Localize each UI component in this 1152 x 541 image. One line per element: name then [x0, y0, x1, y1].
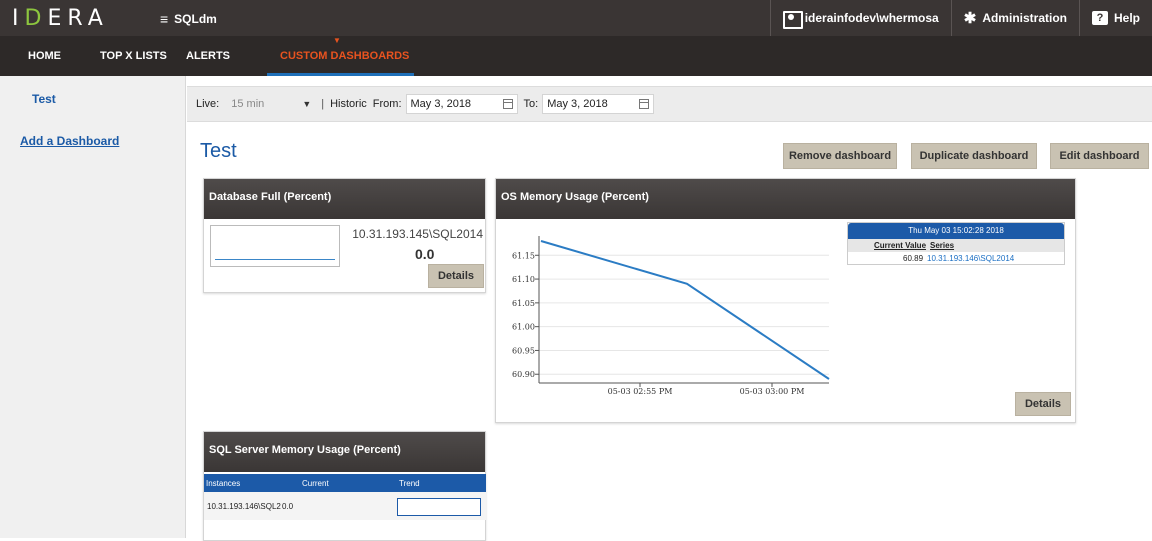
x-tick-label: 05-03 03:00 PM [740, 387, 805, 396]
y-tick-label: 61.10 [512, 275, 535, 284]
os-memory-widget: OS Memory Usage (Percent) 61.15 61.10 61.0… [495, 178, 1076, 423]
to-label: To: [524, 98, 539, 110]
row-current: 0.0 [282, 502, 293, 511]
to-date-field[interactable]: May 3, 2018 [542, 94, 654, 114]
y-tick-label: 60.95 [512, 346, 535, 355]
app-switcher[interactable]: ≡ SQLdm [160, 11, 217, 27]
sidebar-item-test[interactable]: Test [32, 92, 56, 106]
help-link[interactable]: ? Help [1079, 0, 1152, 36]
instance-name: 10.31.193.145\SQL2014 [352, 227, 483, 241]
filter-separator: | [321, 98, 324, 110]
from-label: From: [373, 98, 402, 110]
user-name: iderainfodev\whermosa [805, 11, 939, 25]
widget-title: OS Memory Usage (Percent) [496, 179, 1075, 219]
duplicate-dashboard-button[interactable]: Duplicate dashboard [911, 143, 1037, 169]
sparkline-chart [210, 225, 340, 267]
sql-memory-widget: SQL Server Memory Usage (Percent) Instan… [203, 431, 486, 541]
tooltip-col-value: Current Value [874, 241, 926, 250]
tooltip-series-link[interactable]: 10.31.193.146\SQL2014 [927, 254, 1014, 263]
help-icon: ? [1092, 11, 1108, 25]
administration-link[interactable]: ✱ Administration [951, 0, 1079, 36]
row-trend-sparkline [397, 498, 481, 516]
tooltip-row: 60.89 10.31.193.146\SQL2014 [848, 252, 1064, 264]
user-icon [783, 11, 799, 25]
main-nav: ▼ HOME TOP X LISTS ALERTS CUSTOM DASHBOA… [0, 36, 1152, 76]
idera-logo[interactable]: IDERA [12, 6, 109, 31]
live-label: Live: [196, 98, 219, 110]
administration-label: Administration [982, 11, 1067, 25]
widget-title: SQL Server Memory Usage (Percent) [204, 432, 485, 472]
nav-custom-dashboards[interactable]: CUSTOM DASHBOARDS [280, 36, 409, 76]
os-memory-line-chart: 61.15 61.10 61.05 61.00 60.95 60.90 05-03 02:5… [499, 221, 839, 401]
active-tab-underline [267, 73, 414, 76]
tooltip-col-series: Series [930, 241, 954, 250]
add-dashboard-link[interactable]: Add a Dashboard [20, 134, 119, 148]
live-range-select[interactable]: 15 min ▼ [225, 93, 317, 115]
historic-label[interactable]: Historic [330, 98, 367, 110]
y-tick-label: 61.15 [512, 251, 535, 260]
nav-home[interactable]: HOME [28, 36, 61, 76]
nav-alerts[interactable]: ALERTS [186, 36, 230, 76]
col-current[interactable]: Current [302, 479, 329, 488]
database-full-widget: Database Full (Percent) 10.31.193.145\SQ… [203, 178, 486, 293]
gear-icon: ✱ [964, 9, 977, 27]
remove-dashboard-button[interactable]: Remove dashboard [783, 143, 897, 169]
tooltip-time: Thu May 03 15:02:28 2018 [848, 223, 1064, 239]
y-tick-label: 61.00 [512, 323, 535, 332]
tooltip-columns: Current Value Series [848, 239, 1064, 252]
y-tick-label: 60.90 [512, 370, 535, 379]
help-label: Help [1114, 11, 1140, 25]
details-button[interactable]: Details [1015, 392, 1071, 416]
current-value: 0.0 [415, 246, 434, 262]
live-range-value: 15 min [231, 98, 264, 110]
tooltip-value: 60.89 [903, 254, 923, 263]
hamburger-icon[interactable]: ≡ [160, 11, 168, 27]
time-filter-bar: Live: 15 min ▼ | Historic From: May 3, 2… [187, 86, 1152, 122]
top-right-menu: iderainfodev\whermosa ✱ Administration ?… [770, 0, 1152, 36]
series-line [541, 241, 829, 379]
sidebar: Test Add a Dashboard [0, 76, 186, 538]
calendar-icon[interactable] [639, 99, 649, 109]
dashboard-title: Test [200, 140, 237, 163]
row-instance: 10.31.193.146\SQL2 [207, 502, 281, 511]
from-date-value: May 3, 2018 [411, 98, 472, 110]
y-tick-label: 61.05 [512, 299, 535, 308]
top-bar: IDERA ≡ SQLdm iderainfodev\whermosa ✱ Ad… [0, 0, 1152, 36]
table-header: Instances Current Trend [204, 474, 486, 492]
nav-top-x-lists[interactable]: TOP X LISTS [100, 36, 167, 76]
calendar-icon[interactable] [503, 99, 513, 109]
col-instances[interactable]: Instances [206, 479, 240, 488]
col-trend[interactable]: Trend [399, 479, 420, 488]
user-menu[interactable]: iderainfodev\whermosa [770, 0, 951, 36]
app-name: SQLdm [174, 12, 217, 26]
chevron-down-icon: ▼ [302, 99, 311, 109]
table-row[interactable]: 10.31.193.146\SQL2 0.0 [204, 492, 486, 520]
edit-dashboard-button[interactable]: Edit dashboard [1050, 143, 1149, 169]
sparkline-line [215, 259, 335, 260]
from-date-field[interactable]: May 3, 2018 [406, 94, 518, 114]
details-button[interactable]: Details [428, 264, 484, 288]
x-tick-label: 05-03 02:55 PM [608, 387, 673, 396]
chart-tooltip: Thu May 03 15:02:28 2018 Current Value S… [847, 222, 1065, 265]
widget-title: Database Full (Percent) [204, 179, 485, 219]
to-date-value: May 3, 2018 [547, 98, 608, 110]
